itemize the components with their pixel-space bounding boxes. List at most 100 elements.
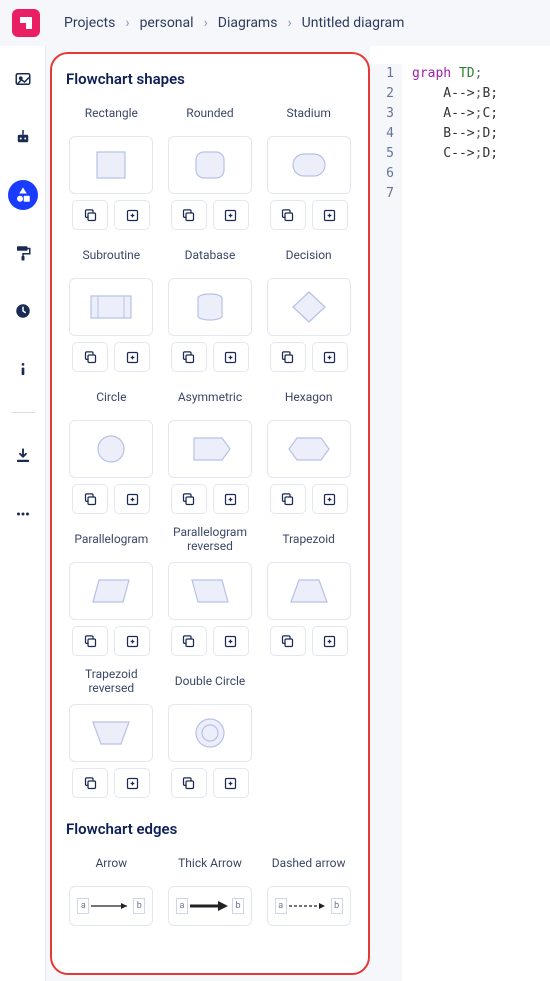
- chevron-right-icon: ›: [125, 15, 129, 31]
- shape-label: Rounded: [186, 98, 233, 130]
- shape-preview[interactable]: [168, 420, 252, 478]
- edge-node-a: a: [275, 898, 287, 914]
- download-icon[interactable]: [8, 441, 38, 471]
- shape-card: Circle: [66, 382, 157, 514]
- shape-card: Asymmetric: [165, 382, 256, 514]
- code-line: B-->;D;: [412, 124, 498, 144]
- breadcrumb: Projects › personal › Diagrams › Untitle…: [0, 0, 550, 46]
- copy-button[interactable]: [171, 768, 207, 798]
- copy-button[interactable]: [270, 342, 306, 372]
- copy-button[interactable]: [270, 484, 306, 514]
- add-button[interactable]: [114, 342, 150, 372]
- copy-button[interactable]: [171, 200, 207, 230]
- shape-card: Database: [165, 240, 256, 372]
- code-line: [412, 184, 498, 204]
- add-button[interactable]: [114, 626, 150, 656]
- add-button[interactable]: [213, 626, 249, 656]
- paint-roller-icon[interactable]: [8, 238, 38, 268]
- robot-icon[interactable]: [8, 122, 38, 152]
- line-number: 2: [370, 84, 394, 104]
- divider: [11, 412, 35, 413]
- add-button[interactable]: [312, 484, 348, 514]
- add-button[interactable]: [114, 200, 150, 230]
- copy-button[interactable]: [72, 342, 108, 372]
- line-number: 4: [370, 124, 394, 144]
- shape-preview[interactable]: [168, 562, 252, 620]
- code-gutter: 1234567: [370, 64, 402, 981]
- shape-preview[interactable]: [69, 562, 153, 620]
- line-number: 3: [370, 104, 394, 124]
- edge-label: Dashed arrow: [272, 848, 346, 880]
- edge-card: Thick Arrow a b: [165, 848, 256, 932]
- shape-preview[interactable]: [69, 278, 153, 336]
- edge-preview[interactable]: a b: [168, 886, 252, 926]
- section-title-edges: Flowchart edges: [66, 820, 354, 838]
- shape-preview[interactable]: [168, 136, 252, 194]
- add-button[interactable]: [114, 768, 150, 798]
- shape-card: Subroutine: [66, 240, 157, 372]
- shape-label: Subroutine: [82, 240, 140, 272]
- image-icon[interactable]: [8, 64, 38, 94]
- copy-button[interactable]: [270, 200, 306, 230]
- shape-label: Rectangle: [85, 98, 138, 130]
- shape-label: Asymmetric: [178, 382, 242, 414]
- add-button[interactable]: [213, 484, 249, 514]
- copy-button[interactable]: [72, 200, 108, 230]
- add-button[interactable]: [312, 626, 348, 656]
- copy-button[interactable]: [270, 626, 306, 656]
- breadcrumb-item[interactable]: Projects: [64, 15, 115, 31]
- code-line: graph TD;: [412, 64, 498, 84]
- copy-button[interactable]: [171, 626, 207, 656]
- breadcrumb-item[interactable]: Diagrams: [218, 15, 278, 31]
- shape-preview[interactable]: [168, 704, 252, 762]
- edge-node-a: a: [77, 898, 89, 914]
- shape-preview[interactable]: [267, 136, 351, 194]
- shape-label: Hexagon: [285, 382, 333, 414]
- edge-preview[interactable]: a b: [267, 886, 351, 926]
- copy-button[interactable]: [72, 626, 108, 656]
- breadcrumb-item[interactable]: personal: [140, 15, 194, 31]
- copy-button[interactable]: [171, 484, 207, 514]
- shape-card: Double Circle: [165, 666, 256, 798]
- add-button[interactable]: [213, 200, 249, 230]
- shape-preview[interactable]: [267, 278, 351, 336]
- shape-preview[interactable]: [69, 136, 153, 194]
- code-line: A-->;C;: [412, 104, 498, 124]
- copy-button[interactable]: [72, 768, 108, 798]
- breadcrumb-item[interactable]: Untitled diagram: [302, 15, 405, 31]
- edge-label: Arrow: [95, 848, 127, 880]
- add-button[interactable]: [312, 200, 348, 230]
- add-button[interactable]: [213, 768, 249, 798]
- shapes-icon[interactable]: [8, 180, 38, 210]
- shape-card: Rounded: [165, 98, 256, 230]
- edge-preview[interactable]: a b: [69, 886, 153, 926]
- info-icon[interactable]: [8, 354, 38, 384]
- shape-card: Parallelogram: [66, 524, 157, 656]
- edge-label: Thick Arrow: [178, 848, 242, 880]
- more-icon[interactable]: [8, 499, 38, 529]
- add-button[interactable]: [114, 484, 150, 514]
- shape-card: Stadium: [263, 98, 354, 230]
- copy-button[interactable]: [72, 484, 108, 514]
- code-editor[interactable]: 1234567 graph TD; A-->;B; A-->;C; B-->;D…: [370, 46, 550, 981]
- shape-preview[interactable]: [69, 420, 153, 478]
- shape-card: Hexagon: [263, 382, 354, 514]
- copy-button[interactable]: [171, 342, 207, 372]
- shape-preview[interactable]: [267, 420, 351, 478]
- section-title-shapes: Flowchart shapes: [66, 70, 354, 88]
- edge-card: Arrow a b: [66, 848, 157, 932]
- code-line: A-->;B;: [412, 84, 498, 104]
- code-lines: graph TD; A-->;B; A-->;C; B-->;D; C-->;D…: [402, 64, 498, 981]
- add-button[interactable]: [213, 342, 249, 372]
- shape-preview[interactable]: [69, 704, 153, 762]
- shape-preview[interactable]: [267, 562, 351, 620]
- shape-label: Decision: [286, 240, 332, 272]
- shape-preview[interactable]: [168, 278, 252, 336]
- add-button[interactable]: [312, 342, 348, 372]
- shapes-panel: Flowchart shapes Rectangle Rounded Stadi…: [50, 52, 370, 975]
- edge-node-a: a: [176, 898, 188, 914]
- shape-label: Database: [185, 240, 236, 272]
- line-number: 1: [370, 64, 394, 84]
- clock-icon[interactable]: [8, 296, 38, 326]
- app-logo[interactable]: [12, 9, 40, 37]
